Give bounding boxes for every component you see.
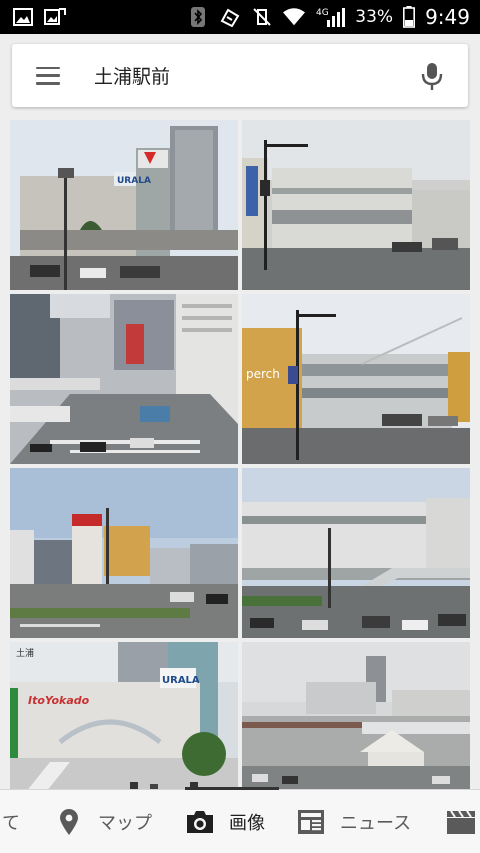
microphone-icon[interactable] [420, 61, 444, 91]
image-result-1[interactable]: URALA [10, 120, 238, 290]
svg-text:4G: 4G [316, 8, 329, 18]
nav-item-news[interactable]: ニュース [296, 790, 411, 853]
bottom-navigation: て マップ 画像 ニュース [0, 787, 480, 853]
screenshot-notification-icon [44, 7, 66, 27]
image-result-2[interactable] [242, 120, 470, 290]
search-app: 土浦駅前 URALA perch 土浦 ItoYokado URALA て マッ… [0, 34, 480, 853]
nav-label-maps: マップ [98, 812, 152, 834]
newspaper-icon [296, 808, 326, 836]
bluetooth-icon [187, 7, 209, 27]
sign-urala-2: URALA [162, 675, 200, 686]
sign-perch: perch [246, 367, 280, 381]
image-result-6[interactable] [242, 468, 470, 638]
camera-icon [185, 807, 215, 837]
search-bar[interactable]: 土浦駅前 [12, 44, 468, 107]
map-pin-icon [58, 807, 80, 837]
nav-item-partial[interactable]: て [0, 790, 40, 853]
active-tab-indicator [185, 787, 279, 790]
nav-label-news: ニュース [340, 812, 412, 834]
status-bar: 4G 33% 9:49 [0, 0, 480, 34]
nav-label-images: 画像 [229, 812, 265, 834]
hamburger-menu-icon[interactable] [36, 66, 60, 85]
nav-item-videos[interactable] [446, 790, 476, 853]
nav-item-images[interactable]: 画像 [185, 790, 265, 853]
sign-urala-1: URALA [117, 176, 151, 186]
battery-icon [403, 6, 416, 28]
wifi-icon [283, 7, 306, 27]
clapperboard-icon [446, 808, 476, 836]
battery-percent: 33% [355, 7, 394, 27]
clock: 9:49 [425, 5, 470, 29]
nav-label-partial: て [2, 812, 20, 834]
nfc-icon [219, 7, 241, 27]
sign-ito-yokado: ItoYokado [28, 694, 90, 707]
signal-icon: 4G [315, 7, 346, 27]
vibrate-mute-icon [251, 7, 273, 27]
image-result-3[interactable] [10, 294, 238, 464]
gallery-notification-icon [12, 7, 34, 27]
search-query[interactable]: 土浦駅前 [94, 62, 170, 89]
sign-station: 土浦 [16, 647, 34, 659]
image-result-5[interactable] [10, 468, 238, 638]
image-result-4[interactable]: perch [242, 294, 470, 464]
nav-item-maps[interactable]: マップ [58, 790, 152, 853]
